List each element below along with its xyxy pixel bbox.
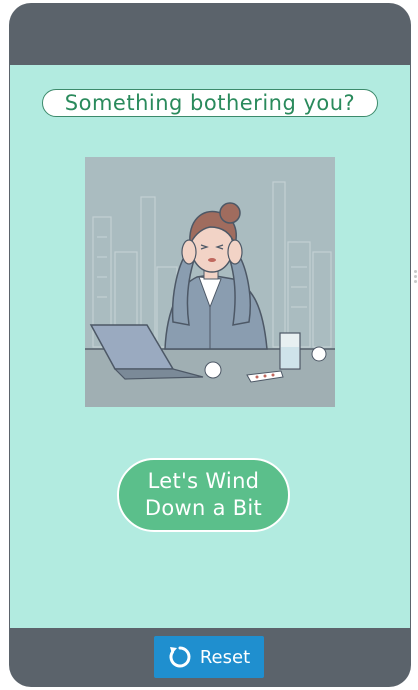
- app-screen: Something bothering you? Let's Wind Down…: [10, 65, 410, 628]
- reset-button[interactable]: Reset: [154, 636, 264, 678]
- wind-down-label-line1: Let's Wind: [147, 469, 260, 493]
- refresh-icon: [169, 646, 191, 668]
- device-frame: Something bothering you? Let's Wind Down…: [9, 3, 411, 687]
- wind-down-button[interactable]: Let's Wind Down a Bit: [117, 458, 290, 532]
- resize-handle[interactable]: [413, 268, 418, 288]
- stressed-woman-illustration-icon: [85, 157, 335, 407]
- wind-down-label-line2: Down a Bit: [144, 496, 263, 520]
- bottom-bar: Reset: [9, 628, 411, 687]
- prompt-question: Something bothering you?: [42, 89, 378, 117]
- reset-label: Reset: [199, 646, 251, 668]
- illustration-svg: [85, 181, 335, 407]
